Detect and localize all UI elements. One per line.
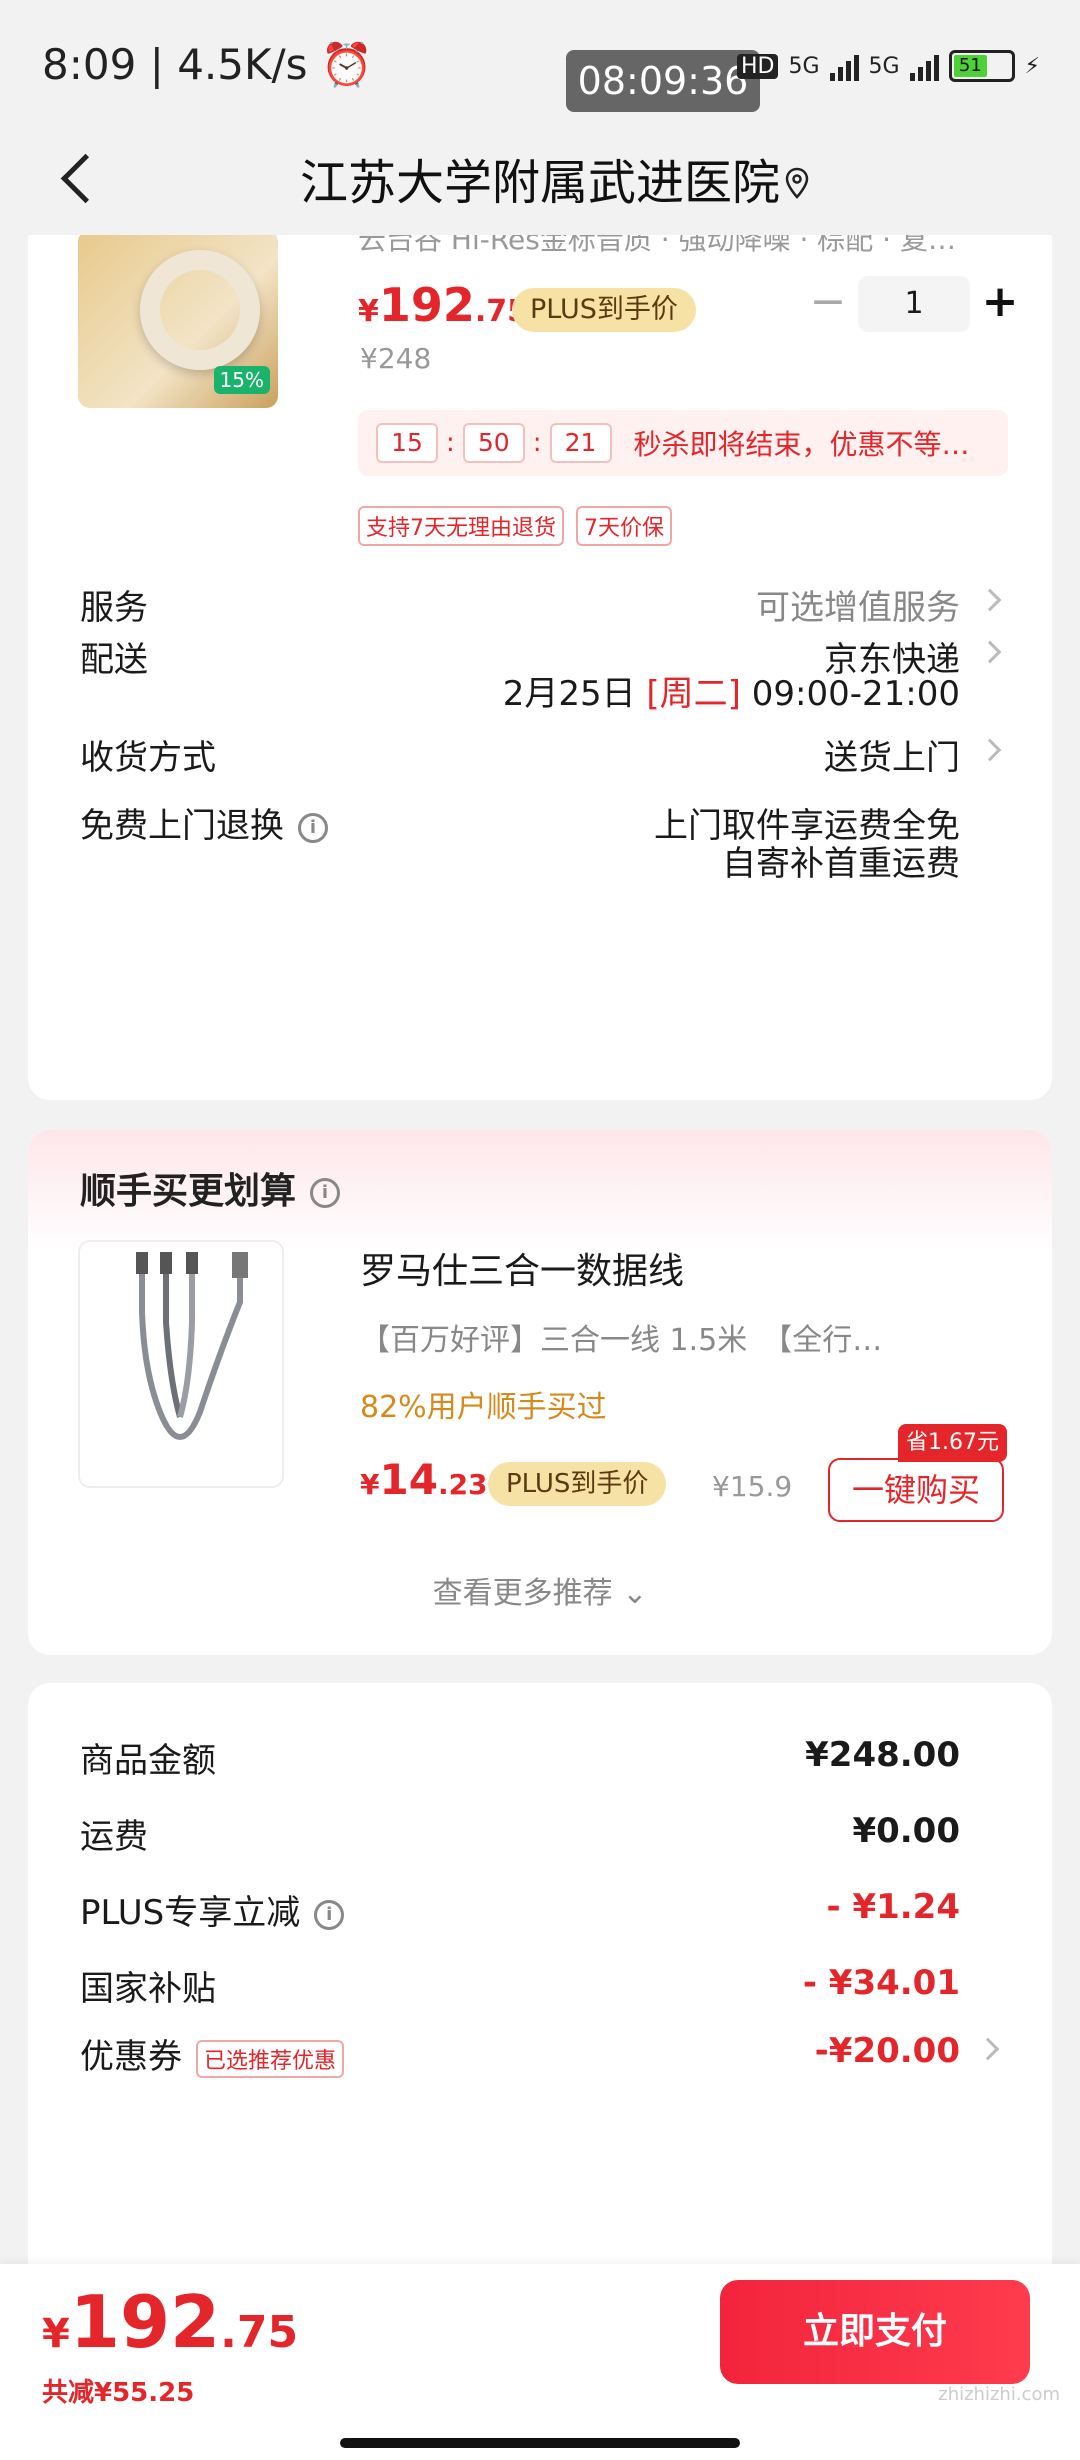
more-recommend-link[interactable]: 查看更多推荐 ⌄ [28,1568,1052,1612]
delivery-time: 09:00-21:00 [751,674,960,714]
clock-overlay: 08:09:36 [566,50,760,112]
signal-icon-2 [909,51,939,81]
subsidy-row: 国家补贴 - ¥34.01 [80,1963,960,2009]
info-icon[interactable]: i [310,1178,341,1208]
hd-icon: HD [736,53,779,79]
original-price: ¥248 [360,342,432,375]
location-pin-icon[interactable] [784,167,810,199]
app-header: 江苏大学附属武进医院 [0,125,1080,235]
recommend-card: 顺手买更划算 i 罗马仕三合一数据线 【百万好评】三合一线 1.5米 【全行… 8… [28,1130,1052,1655]
product-price: ¥192.75 [358,278,529,332]
watermark: zhizhizhi.com [938,2384,1060,2405]
checkout-bar: ¥192.75 共减¥55.25 立即支付 zhizhizhi.com [0,2264,1080,2460]
coupon-row[interactable]: 优惠券 已选推荐优惠 -¥20.00 [80,2029,1000,2078]
recommend-bought-rate: 82%用户顺手买过 [360,1390,607,1425]
chevron-right-icon [978,738,1002,762]
goods-amount-row: 商品金额 ¥248.00 [80,1735,960,1781]
info-icon[interactable]: i [298,812,328,843]
alarm-icon: ⏰ [320,40,374,89]
product-image[interactable]: 15% [78,230,278,408]
pay-now-button[interactable]: 立即支付 [720,2280,1030,2384]
decrease-button[interactable]: − [798,274,858,334]
increase-button[interactable]: + [970,274,1030,334]
recommend-original-price: ¥15.9 [712,1470,793,1503]
recommend-product-desc: 【百万好评】三合一线 1.5米 【全行… [360,1323,883,1358]
tag-price-protect: 7天价保 [576,506,672,546]
chevron-right-icon [978,588,1002,612]
status-icons: HD 5G 5G 51 ⚡ [736,50,1040,82]
headphone-image [140,250,260,370]
cable-product-image[interactable] [78,1240,284,1488]
quantity-input[interactable]: 1 [858,276,970,332]
info-icon[interactable]: i [314,1899,345,1930]
recommend-product-name[interactable]: 罗马仕三合一数据线 [360,1242,684,1294]
save-badge: 省1.67元 [898,1424,1007,1462]
countdown-text: 秒杀即将结束，优惠不等… [633,428,970,461]
status-bar: 8:09 | 4.5K/s ⏰ 08:09:36 HD 5G 5G 51 ⚡ [0,0,1080,130]
image-badge: 15% [213,366,270,394]
delivery-weekday: [周二] [646,674,741,714]
signal-icon [829,51,859,81]
one-click-buy-button[interactable]: 一键购买 [828,1458,1004,1522]
home-indicator[interactable] [340,2438,740,2448]
network-label-2: 5G [868,53,900,79]
plus-discount-row: PLUS专享立减 i - ¥1.24 [80,1887,960,1933]
total-price: ¥192.75 [42,2280,299,2364]
network-label-1: 5G [788,53,820,79]
recommend-price: ¥14.23 [360,1455,488,1504]
charging-icon: ⚡ [1024,53,1040,79]
chevron-right-icon [976,2037,1000,2061]
countdown-minutes: 50 [462,423,525,463]
countdown-seconds: 21 [549,423,612,463]
shipping-row: 运费 ¥0.00 [80,1811,960,1857]
cable-icon [136,1252,248,1440]
delivery-date: 2月25日 [502,674,636,714]
order-product-card: 15% 云台谷 Hi-Res金标音质 · 强动降噪 · 棕配 · 复… ¥192… [28,200,1052,1100]
service-tags: 支持7天无理由退货 7天价保 [358,506,672,546]
total-saved: 共减¥55.25 [42,2378,195,2408]
coupon-tag: 已选推荐优惠 [196,2039,345,2078]
service-row[interactable]: 服务 可选增值服务 [80,580,1002,629]
flash-sale-countdown: 15 : 50 : 21 秒杀即将结束，优惠不等… [358,410,1008,476]
quantity-stepper: − 1 + [798,274,1030,334]
countdown-hours: 15 [376,423,438,463]
chevron-right-icon [978,640,1002,664]
plus-price-badge: PLUS到手价 [512,288,696,332]
recommend-title: 顺手买更划算 i [80,1162,341,1214]
tag-7day-return: 支持7天无理由退货 [358,506,564,546]
status-time: 8:09 | 4.5K/s ⏰ [42,40,374,89]
receive-row[interactable]: 收货方式 送货上门 [80,730,1002,779]
battery-icon: 51 [948,50,1015,82]
recommend-plus-badge: PLUS到手价 [488,1462,667,1506]
page-title: 江苏大学附属武进医院 [299,155,780,211]
